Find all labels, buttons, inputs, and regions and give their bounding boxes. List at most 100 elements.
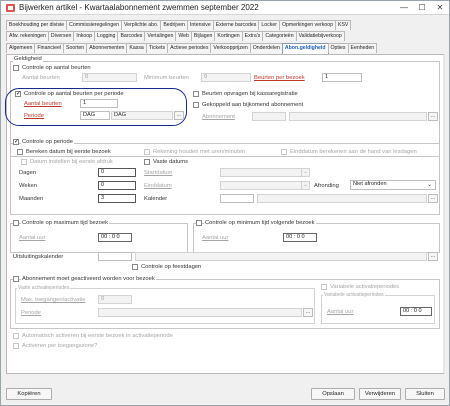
- tab-abonnementen[interactable]: Abonnementen: [86, 43, 128, 53]
- periode-code-input[interactable]: DAG: [80, 111, 110, 120]
- automatisch-activeren-label: Automatisch activeren bij eerste bezoek …: [22, 333, 173, 339]
- tab-row-1: Boekhouding per divisie Commissieregeling…: [6, 20, 352, 30]
- activering-periode-input[interactable]: [98, 308, 302, 317]
- tab-barcodes[interactable]: Barcodes: [117, 31, 146, 41]
- tab-bijlagen[interactable]: Bijlagen: [190, 31, 216, 41]
- minimum-beurten-input[interactable]: 0: [201, 73, 251, 82]
- activering-periode-lookup-button[interactable]: ...: [303, 308, 313, 317]
- tab-opmerkingen-verkoop[interactable]: Opmerkingen verkoop: [278, 20, 337, 30]
- close-button[interactable]: ✕: [431, 1, 449, 14]
- tab-extra-s[interactable]: Extra's: [241, 31, 264, 41]
- maanden-input[interactable]: 3: [98, 194, 136, 203]
- abonnement-lookup-button[interactable]: ...: [428, 112, 438, 121]
- tab-categorie-n[interactable]: Categorieën: [262, 31, 297, 41]
- tab-logging[interactable]: Logging: [93, 31, 119, 41]
- tab-ksv[interactable]: KSV: [335, 20, 352, 30]
- tab-algemeen[interactable]: Algemeen: [6, 43, 36, 53]
- tab-locker[interactable]: Locker: [258, 20, 280, 30]
- scrollbar[interactable]: [443, 55, 445, 373]
- tab-boekhouding-per-divisie[interactable]: Boekhouding per divisie: [6, 20, 68, 30]
- min-tijd-checkbox[interactable]: [196, 220, 202, 226]
- tab-verplichte-abo[interactable]: Verplichte abo.: [120, 20, 162, 30]
- tab-verkoopprijzen[interactable]: Verkoopprijzen: [210, 43, 251, 53]
- bereken-datum-checkbox[interactable]: [17, 149, 23, 155]
- kopieren-button[interactable]: Kopiëren: [6, 388, 52, 400]
- afronding-label: Afronding: [314, 183, 339, 189]
- periode-lookup-button[interactable]: ...: [174, 111, 184, 120]
- tab-tickets[interactable]: Tickets: [145, 43, 169, 53]
- datum-instellen-checkbox[interactable]: [21, 159, 27, 165]
- beurten-opvragen-checkbox[interactable]: [193, 91, 199, 97]
- einddatum-dropdown-icon[interactable]: ⌄: [301, 181, 309, 190]
- kalender-lookup-button[interactable]: ...: [428, 194, 438, 203]
- vaste-datums-label: Vaste datums: [153, 159, 189, 165]
- max-aantal-uur-label: Aantal uur: [19, 235, 46, 241]
- activeren-per-toegang-checkbox[interactable]: [13, 343, 19, 349]
- tab-commissieregelingen[interactable]: Commissieregelingen: [66, 20, 122, 30]
- kalender-code-input[interactable]: [220, 194, 254, 203]
- minimum-beurten-label: Minimum beurten: [144, 75, 189, 81]
- window: Bijwerken artikel - Kwartaalabonnement z…: [0, 0, 450, 406]
- tab-soorten[interactable]: Soorten: [63, 43, 88, 53]
- tab-vertalingen[interactable]: Vertalingen: [144, 31, 177, 41]
- beurten-per-bezoek-input[interactable]: 1: [322, 73, 362, 82]
- min-aantal-uur-input[interactable]: 00 : 0 0: [283, 233, 317, 242]
- abonnement-code-input[interactable]: [252, 112, 286, 121]
- verwijderen-button[interactable]: Verwijderen: [359, 388, 401, 400]
- datum-instellen-label: Datum instellen bij eerste afdruk: [30, 159, 113, 165]
- tab-externe-barcodes[interactable]: Externe barcodes: [212, 20, 260, 30]
- startdatum-input[interactable]: [220, 168, 310, 177]
- variabele-aantal-uur-input[interactable]: 00 : 0 0: [400, 307, 432, 316]
- einddatum-input[interactable]: [220, 181, 310, 190]
- afronding-select[interactable]: Niet afronden: [350, 180, 436, 190]
- tab-intensive[interactable]: Intensive: [186, 20, 214, 30]
- controle-op-periode-checkbox[interactable]: [13, 138, 19, 145]
- variabele-activatie-checkbox[interactable]: [321, 284, 327, 290]
- tab-kassa[interactable]: Kassa: [126, 43, 147, 53]
- tab-web[interactable]: Web: [175, 31, 192, 41]
- weken-input[interactable]: 0: [98, 181, 136, 190]
- aantal-beurten-per-periode-input[interactable]: 1: [80, 99, 118, 108]
- beurten-per-bezoek-label: Beurten per bezoek: [254, 75, 305, 81]
- minimize-button[interactable]: —: [395, 1, 413, 14]
- tab-actieve-periodes[interactable]: Actieve periodes: [167, 43, 212, 53]
- aantal-beurten-input[interactable]: 0: [82, 73, 137, 82]
- feestdagen-checkbox[interactable]: [132, 264, 138, 270]
- vaste-datums-checkbox[interactable]: [144, 159, 150, 165]
- moet-geactiveerd-checkbox[interactable]: [13, 276, 19, 282]
- uitsluitingskalender-code-input[interactable]: [98, 252, 132, 261]
- gekoppeld-checkbox[interactable]: [193, 102, 199, 108]
- tab-opties[interactable]: Opties: [327, 43, 349, 53]
- controle-op-periode-label: Controle op periode: [21, 139, 74, 145]
- max-aantal-uur-input[interactable]: 00 : 0 0: [98, 233, 132, 242]
- dagen-input[interactable]: 0: [98, 168, 136, 177]
- maximize-button[interactable]: ☐: [413, 1, 431, 14]
- geldigheid-label: Geldigheid: [13, 56, 43, 62]
- activering-periode-label: Periode: [21, 310, 41, 316]
- tab-onderdelen[interactable]: Onderdelen: [249, 43, 283, 53]
- opslaan-button[interactable]: Opslaan: [311, 388, 355, 400]
- tab-eenheden[interactable]: Eenheden: [347, 43, 378, 53]
- tab-validatiebijverkoop[interactable]: Validatiebijverkoop: [295, 31, 345, 41]
- tab-bedrijven[interactable]: Bedrijven: [160, 20, 188, 30]
- tab-afw-rekeningen[interactable]: Afw. rekeningen: [6, 31, 49, 41]
- uitsluitingskalender-lookup-button[interactable]: ...: [428, 252, 438, 261]
- rekening-houden-checkbox[interactable]: [144, 149, 150, 155]
- max-toegangen-input[interactable]: 0: [98, 295, 132, 304]
- controle-aantal-beurten-checkbox[interactable]: [13, 65, 19, 71]
- controle-aantal-beurten-label: Controle op aantal beurten: [22, 65, 91, 71]
- controle-per-periode-checkbox[interactable]: [15, 90, 21, 97]
- max-tijd-checkbox[interactable]: [13, 220, 19, 226]
- startdatum-dropdown-icon[interactable]: ⌄: [301, 168, 309, 177]
- kalender-description-input: [257, 194, 427, 203]
- tab-abon-geldigheid[interactable]: Abon.geldigheid: [281, 43, 329, 54]
- tab-kortingen[interactable]: Kortingen: [214, 31, 243, 41]
- tab-inkoop[interactable]: Inkoop: [73, 31, 95, 41]
- app-icon: [6, 4, 15, 12]
- sluiten-button[interactable]: Sluiten: [405, 388, 445, 400]
- tab-financieel[interactable]: Financieel: [34, 43, 65, 53]
- automatisch-activeren-checkbox[interactable]: [13, 333, 19, 339]
- einddatum-bereken-checkbox[interactable]: [281, 149, 287, 155]
- periode-label: Periode: [24, 113, 44, 119]
- tab-diversen[interactable]: Diversen: [47, 31, 75, 41]
